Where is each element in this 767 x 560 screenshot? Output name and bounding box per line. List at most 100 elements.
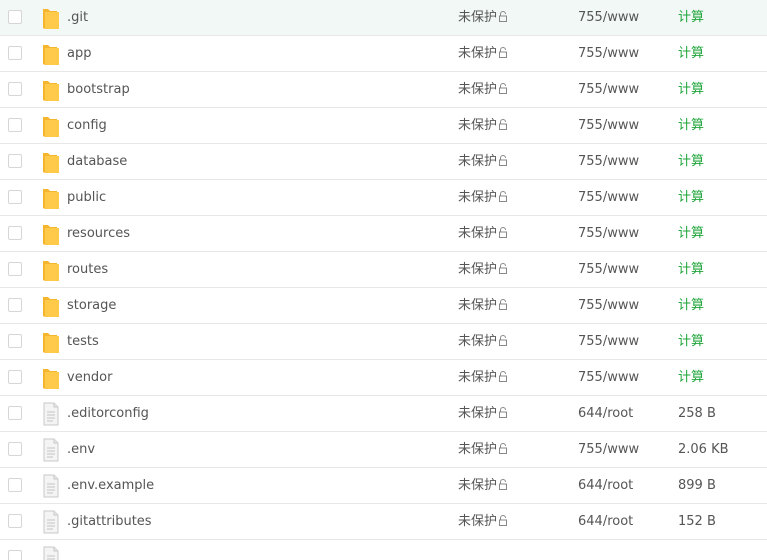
- file-name[interactable]: resources: [67, 216, 130, 251]
- permission-owner[interactable]: 755/www: [578, 432, 639, 467]
- file-name[interactable]: public: [67, 180, 106, 215]
- file-row[interactable]: .env 未保护 755/www 2.06 KB: [0, 432, 767, 468]
- folder-icon[interactable]: [42, 330, 60, 354]
- row-checkbox[interactable]: [8, 118, 22, 132]
- file-row[interactable]: [0, 540, 767, 560]
- permission-owner[interactable]: 755/www: [578, 288, 639, 323]
- folder-icon[interactable]: [42, 222, 60, 246]
- protect-status[interactable]: 未保护: [458, 324, 508, 359]
- file-name[interactable]: vendor: [67, 360, 112, 395]
- permission-owner[interactable]: 755/www: [578, 144, 639, 179]
- file-row[interactable]: public 未保护 755/www 计算: [0, 180, 767, 216]
- calculate-size-link[interactable]: 计算: [678, 252, 704, 287]
- calculate-size-link[interactable]: 计算: [678, 288, 704, 323]
- file-name[interactable]: app: [67, 36, 91, 71]
- row-checkbox[interactable]: [8, 262, 22, 276]
- protect-status[interactable]: 未保护: [458, 0, 508, 35]
- row-checkbox[interactable]: [8, 46, 22, 60]
- file-row[interactable]: .editorconfig 未保护 644/root 258 B: [0, 396, 767, 432]
- row-checkbox[interactable]: [8, 298, 22, 312]
- file-row[interactable]: .gitattributes 未保护 644/root 152 B: [0, 504, 767, 540]
- calculate-size-link[interactable]: 计算: [678, 72, 704, 107]
- row-checkbox[interactable]: [8, 370, 22, 384]
- folder-icon[interactable]: [42, 366, 60, 390]
- permission-owner[interactable]: 755/www: [578, 72, 639, 107]
- file-row[interactable]: routes 未保护 755/www 计算: [0, 252, 767, 288]
- calculate-size-link[interactable]: 计算: [678, 144, 704, 179]
- permission-owner[interactable]: 755/www: [578, 180, 639, 215]
- permission-owner[interactable]: 755/www: [578, 108, 639, 143]
- folder-icon[interactable]: [42, 114, 60, 138]
- row-checkbox[interactable]: [8, 478, 22, 492]
- file-row[interactable]: database 未保护 755/www 计算: [0, 144, 767, 180]
- row-checkbox[interactable]: [8, 406, 22, 420]
- file-row[interactable]: .git 未保护 755/www 计算: [0, 0, 767, 36]
- calculate-size-link[interactable]: 计算: [678, 108, 704, 143]
- row-checkbox[interactable]: [8, 82, 22, 96]
- file-icon[interactable]: [42, 546, 60, 560]
- folder-icon[interactable]: [42, 150, 60, 174]
- protect-status[interactable]: 未保护: [458, 36, 508, 71]
- protect-status[interactable]: 未保护: [458, 108, 508, 143]
- permission-owner[interactable]: 644/root: [578, 396, 633, 431]
- calculate-size-link[interactable]: 计算: [678, 0, 704, 35]
- calculate-size-link[interactable]: 计算: [678, 360, 704, 395]
- permission-owner[interactable]: 755/www: [578, 0, 639, 35]
- calculate-size-link[interactable]: 计算: [678, 216, 704, 251]
- file-name[interactable]: .env: [67, 432, 95, 467]
- folder-icon[interactable]: [42, 258, 60, 282]
- file-row[interactable]: vendor 未保护 755/www 计算: [0, 360, 767, 396]
- calculate-size-link[interactable]: 计算: [678, 180, 704, 215]
- file-icon[interactable]: [42, 438, 60, 462]
- protect-status[interactable]: 未保护: [458, 396, 508, 431]
- folder-icon[interactable]: [42, 78, 60, 102]
- permission-owner[interactable]: 755/www: [578, 36, 639, 71]
- row-checkbox[interactable]: [8, 10, 22, 24]
- permission-owner[interactable]: 644/root: [578, 468, 633, 503]
- file-name[interactable]: config: [67, 108, 107, 143]
- file-name[interactable]: database: [67, 144, 127, 179]
- row-checkbox[interactable]: [8, 442, 22, 456]
- file-row[interactable]: bootstrap 未保护 755/www 计算: [0, 72, 767, 108]
- row-checkbox[interactable]: [8, 154, 22, 168]
- folder-icon[interactable]: [42, 186, 60, 210]
- row-checkbox[interactable]: [8, 550, 22, 560]
- calculate-size-link[interactable]: 计算: [678, 36, 704, 71]
- protect-status[interactable]: 未保护: [458, 216, 508, 251]
- folder-icon[interactable]: [42, 6, 60, 30]
- file-name[interactable]: .editorconfig: [67, 396, 149, 431]
- file-name[interactable]: .env.example: [67, 468, 154, 503]
- permission-owner[interactable]: 755/www: [578, 324, 639, 359]
- file-name[interactable]: bootstrap: [67, 72, 130, 107]
- row-checkbox[interactable]: [8, 334, 22, 348]
- permission-owner[interactable]: 755/www: [578, 216, 639, 251]
- permission-owner[interactable]: 755/www: [578, 360, 639, 395]
- permission-owner[interactable]: 644/root: [578, 504, 633, 539]
- protect-status[interactable]: 未保护: [458, 360, 508, 395]
- file-icon[interactable]: [42, 510, 60, 534]
- file-name[interactable]: storage: [67, 288, 116, 323]
- file-icon[interactable]: [42, 474, 60, 498]
- row-checkbox[interactable]: [8, 514, 22, 528]
- folder-icon[interactable]: [42, 42, 60, 66]
- file-row[interactable]: tests 未保护 755/www 计算: [0, 324, 767, 360]
- file-row[interactable]: .env.example 未保护 644/root 899 B: [0, 468, 767, 504]
- file-row[interactable]: config 未保护 755/www 计算: [0, 108, 767, 144]
- folder-icon[interactable]: [42, 294, 60, 318]
- protect-status[interactable]: 未保护: [458, 288, 508, 323]
- permission-owner[interactable]: 755/www: [578, 252, 639, 287]
- file-row[interactable]: resources 未保护 755/www 计算: [0, 216, 767, 252]
- protect-status[interactable]: 未保护: [458, 504, 508, 539]
- calculate-size-link[interactable]: 计算: [678, 324, 704, 359]
- file-name[interactable]: routes: [67, 252, 108, 287]
- protect-status[interactable]: 未保护: [458, 432, 508, 467]
- file-name[interactable]: .git: [67, 0, 88, 35]
- protect-status[interactable]: 未保护: [458, 252, 508, 287]
- protect-status[interactable]: 未保护: [458, 468, 508, 503]
- row-checkbox[interactable]: [8, 226, 22, 240]
- file-name[interactable]: tests: [67, 324, 99, 359]
- protect-status[interactable]: 未保护: [458, 144, 508, 179]
- row-checkbox[interactable]: [8, 190, 22, 204]
- file-row[interactable]: storage 未保护 755/www 计算: [0, 288, 767, 324]
- file-icon[interactable]: [42, 402, 60, 426]
